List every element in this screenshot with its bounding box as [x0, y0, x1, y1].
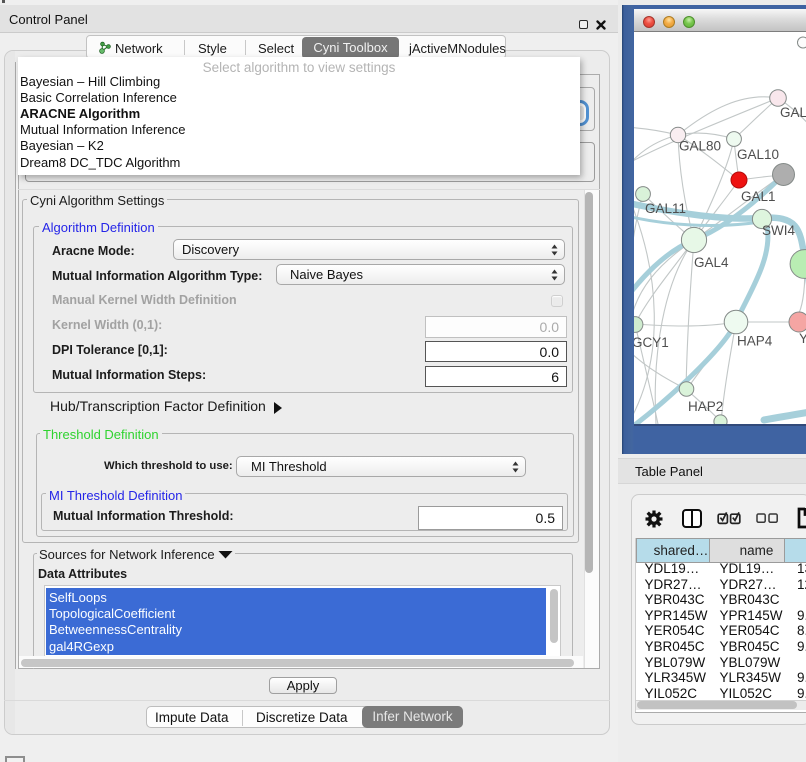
- svg-text:GAL7: GAL7: [780, 105, 806, 120]
- svg-text:GAL1: GAL1: [741, 189, 776, 204]
- svg-text:GAL10: GAL10: [737, 147, 779, 162]
- svg-text:GAL80: GAL80: [679, 139, 721, 154]
- svg-text:GCY1: GCY1: [634, 335, 669, 350]
- svg-text:HAP4: HAP4: [737, 334, 773, 349]
- svg-text:HAP2: HAP2: [688, 399, 723, 414]
- svg-text:YM: YM: [799, 331, 806, 346]
- svg-text:GAL11: GAL11: [645, 201, 686, 216]
- svg-text:SWI4: SWI4: [762, 223, 795, 238]
- svg-text:GAL4: GAL4: [694, 255, 729, 270]
